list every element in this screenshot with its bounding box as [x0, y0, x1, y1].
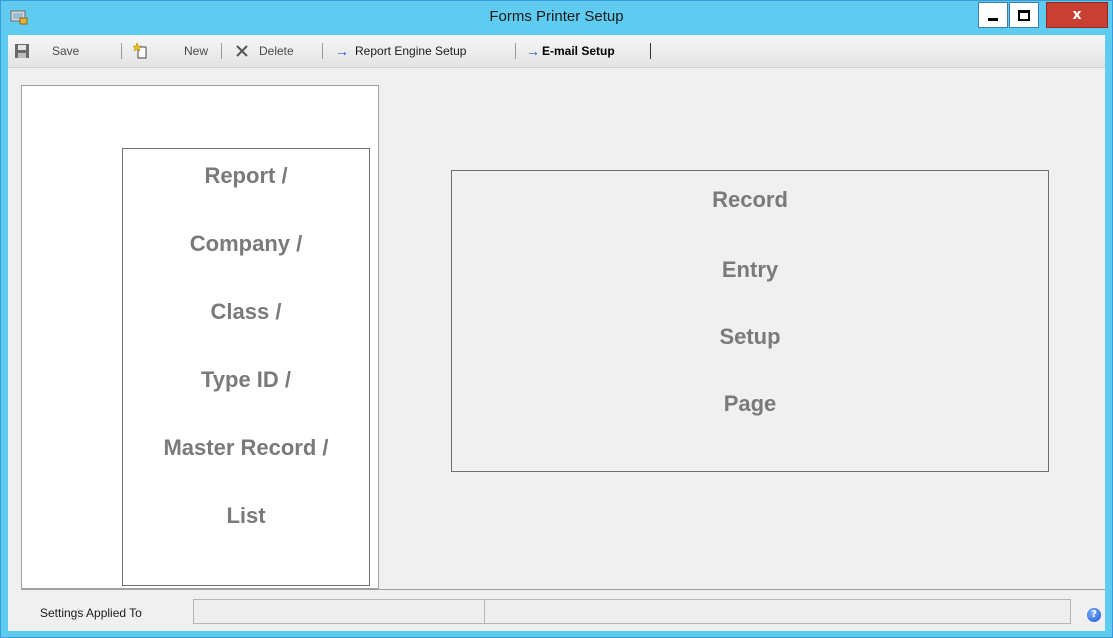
maximize-icon	[1018, 9, 1030, 21]
title-bar[interactable]: Forms Printer Setup x	[1, 1, 1112, 35]
right-label-page: Page	[723, 391, 777, 416]
maximize-button[interactable]	[1009, 2, 1039, 28]
new-button[interactable]: New	[133, 42, 208, 60]
status-info-field	[484, 599, 1071, 624]
left-label-company: Company /	[189, 231, 303, 256]
right-label-record: Record	[712, 187, 788, 212]
record-entry-setup-page-placeholder: Record Entry Setup Page	[451, 170, 1049, 472]
settings-applied-to-label: Settings Applied To	[40, 606, 142, 620]
divider	[21, 589, 1105, 590]
delete-label: Delete	[259, 44, 294, 58]
window-title: Forms Printer Setup	[489, 8, 624, 25]
toolbar-separator	[515, 43, 516, 59]
status-bar: Settings Applied To ?	[8, 591, 1105, 631]
delete-button[interactable]: Delete	[234, 42, 294, 60]
toolbar-separator	[121, 43, 122, 59]
new-document-icon	[133, 42, 147, 59]
save-button[interactable]: Save	[14, 42, 79, 60]
forms-printer-setup-window: Forms Printer Setup x Save New Delete → …	[0, 0, 1113, 638]
toolbar-separator	[650, 43, 651, 59]
settings-tree-pane[interactable]: Report / Company / Class / Type ID / Mas…	[21, 85, 379, 589]
toolbar-strip: Save New Delete → Report Engine Setup → …	[8, 35, 1105, 68]
close-button[interactable]: x	[1046, 2, 1108, 28]
toolbar-separator	[322, 43, 323, 59]
report-engine-setup-label: Report Engine Setup	[355, 44, 467, 58]
right-label-entry: Entry	[721, 257, 779, 282]
arrow-right-icon: →	[335, 43, 349, 59]
arrow-right-icon: →	[526, 43, 540, 59]
left-label-list: List	[226, 503, 266, 528]
floppy-disk-icon	[15, 44, 29, 58]
close-icon: x	[1072, 7, 1082, 23]
save-label: Save	[52, 44, 80, 58]
content-area: Report / Company / Class / Type ID / Mas…	[8, 83, 1105, 591]
minimize-icon	[988, 17, 998, 21]
settings-applied-to-field	[193, 599, 485, 624]
left-label-class: Class /	[210, 299, 282, 324]
settings-scope-list-placeholder: Report / Company / Class / Type ID / Mas…	[122, 148, 370, 586]
new-label: New	[184, 44, 209, 58]
help-icon[interactable]: ?	[1087, 608, 1101, 622]
left-label-type-id: Type ID /	[200, 367, 292, 392]
toolbar-separator	[221, 43, 222, 59]
left-label-master-record: Master Record /	[163, 435, 329, 460]
email-setup-button[interactable]: → E-mail Setup	[526, 42, 615, 60]
minimize-button[interactable]	[978, 2, 1008, 28]
left-label-report: Report /	[204, 163, 288, 188]
email-setup-label: E-mail Setup	[542, 44, 615, 58]
delete-x-icon	[236, 45, 248, 57]
toolbar: Save New Delete → Report Engine Setup → …	[8, 35, 1105, 83]
right-label-setup: Setup	[719, 324, 781, 349]
report-engine-setup-button[interactable]: → Report Engine Setup	[335, 42, 466, 60]
